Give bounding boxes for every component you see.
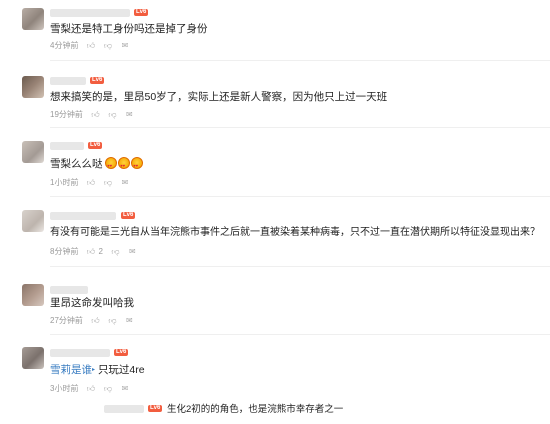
level-badge: Lv6 [148, 405, 163, 412]
timestamp: 1小时前 [50, 178, 79, 187]
comment-meta: 27分钟前 👍︎ 👎︎ ✉︎ [50, 315, 134, 326]
level-badge: Lv6 [134, 9, 149, 16]
thumb-up-icon[interactable]: 👍︎ [91, 316, 100, 325]
reply-icon[interactable]: ✉︎ [125, 110, 134, 119]
divider [50, 266, 550, 267]
tag-icon: ▸ [92, 367, 96, 373]
username-redacted[interactable] [50, 9, 130, 17]
timestamp: 27分钟前 [50, 316, 83, 325]
reply-icon[interactable]: ✉︎ [120, 41, 129, 50]
comment-meta: 8分钟前 👍︎ 2 👎︎ ✉︎ [50, 246, 137, 257]
comment-text-body: 只玩过4re [97, 364, 145, 376]
comment-text: 里昂这命发叫哈我 [50, 297, 134, 309]
thumb-down-icon[interactable]: 👎︎ [108, 110, 117, 119]
avatar[interactable] [22, 210, 44, 232]
comment-meta: 4分钟前 👍︎ 👎︎ ✉︎ [50, 40, 129, 51]
username-redacted[interactable] [50, 77, 86, 85]
thumb-down-icon[interactable]: 👎︎ [103, 178, 112, 187]
heart-eyes-emoji-icon [131, 157, 144, 173]
reply-icon[interactable]: ✉︎ [120, 178, 129, 187]
level-badge: Lv6 [121, 212, 136, 219]
thumb-up-icon[interactable]: 👍︎ [86, 384, 95, 393]
thumb-down-icon[interactable]: 👎︎ [103, 41, 112, 50]
timestamp: 3小时前 [50, 384, 79, 393]
thumb-up-icon[interactable]: 👍︎ [86, 178, 95, 187]
thumb-up-icon[interactable]: 👍︎ [86, 41, 95, 50]
thumb-down-icon[interactable]: 👎︎ [111, 247, 120, 256]
username-redacted[interactable] [104, 405, 144, 413]
heart-eyes-emoji-icon [118, 157, 131, 173]
username-redacted[interactable] [50, 212, 116, 220]
thumb-up-icon[interactable]: 👍︎ [91, 110, 100, 119]
comment-meta: 3小时前 👍︎ 👎︎ ✉︎ [50, 383, 129, 394]
level-badge: Lv6 [88, 142, 103, 149]
comment-text: 生化2初的的角色，也是浣熊市幸存者之一 [167, 404, 344, 415]
comment-text: 想来搞笑的是，里昂50岁了，实际上还是新人警察，因为他只上过一天班 [50, 91, 388, 103]
divider [50, 60, 550, 61]
reply-target-link[interactable]: 雪莉是谁 [50, 364, 92, 376]
thumb-down-icon[interactable]: 👎︎ [103, 384, 112, 393]
username-redacted[interactable] [50, 286, 88, 294]
comment-meta: 19分钟前 👍︎ 👎︎ ✉︎ [50, 109, 134, 120]
divider [50, 334, 550, 335]
timestamp: 19分钟前 [50, 110, 83, 119]
avatar[interactable] [22, 141, 44, 163]
heart-eyes-emoji-icon [105, 157, 118, 173]
like-count: 2 [98, 247, 103, 256]
username-redacted[interactable] [50, 349, 110, 357]
thumb-down-icon[interactable]: 👎︎ [108, 316, 117, 325]
username-redacted[interactable] [50, 142, 84, 150]
level-badge: Lv6 [114, 349, 129, 356]
comment-text-body: 雪梨么么哒 [50, 158, 103, 170]
avatar[interactable] [22, 347, 44, 369]
reply-icon[interactable]: ✉︎ [128, 247, 137, 256]
comment-text: 雪梨还是特工身份吗还是掉了身份 [50, 23, 208, 35]
avatar[interactable] [22, 284, 44, 306]
comment-text: 有没有可能是三光自从当年浣熊市事件之后就一直被染着某种病毒，只不过一直在潜伏期所… [50, 227, 540, 238]
timestamp: 4分钟前 [50, 41, 79, 50]
timestamp: 8分钟前 [50, 247, 79, 256]
divider [50, 127, 550, 128]
thumb-up-icon[interactable]: 👍︎ [86, 247, 95, 256]
reply-icon[interactable]: ✉︎ [125, 316, 134, 325]
avatar[interactable] [22, 76, 44, 98]
divider [50, 196, 550, 197]
avatar[interactable] [22, 8, 44, 30]
level-badge: Lv6 [90, 77, 105, 84]
reply-icon[interactable]: ✉︎ [120, 384, 129, 393]
comment-text: 雪莉是谁▸ 只玩过4re [50, 363, 145, 377]
comment-text: 雪梨么么哒 [50, 157, 144, 173]
comment-meta: 1小时前 👍︎ 👎︎ ✉︎ [50, 177, 129, 188]
